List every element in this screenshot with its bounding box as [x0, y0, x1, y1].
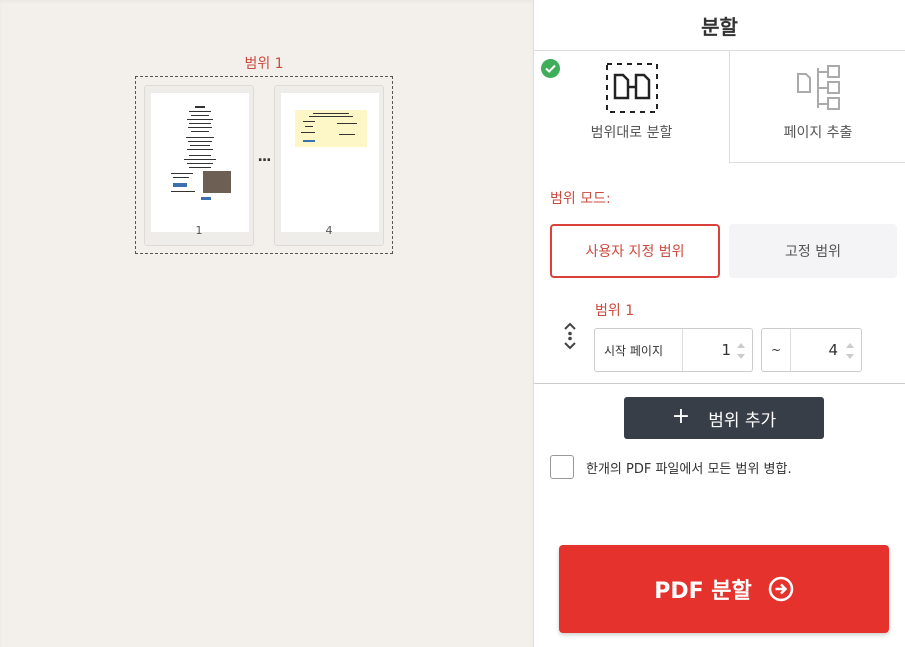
page-number: 4 — [325, 224, 333, 237]
tab-split-by-range-label: 범위대로 분할 — [590, 125, 673, 141]
range-group-title: 범위 1 — [244, 56, 284, 72]
range-mode-label: 범위 모드: — [550, 191, 611, 207]
custom-range-button[interactable]: 사용자 지정 범위 — [550, 224, 720, 278]
drag-handle-icon[interactable] — [562, 322, 578, 350]
pages-ellipsis: ... — [257, 149, 272, 165]
arrow-right-circle-icon — [768, 576, 794, 602]
split-pdf-label: PDF 분할 — [654, 579, 752, 604]
split-pdf-button[interactable]: PDF 분할 — [559, 545, 889, 633]
split-options-sidebar: 분할 범위대로 분할 페이지 추출 범위 모드: 사용자 지정 범위 고정 범위… — [533, 0, 905, 647]
check-icon — [541, 59, 560, 78]
add-range-label: 범위 추가 — [708, 410, 777, 431]
merge-label: 한개의 PDF 파일에서 모든 범위 병합. — [586, 461, 792, 477]
merge-checkbox[interactable] — [550, 455, 574, 479]
page-sheet — [281, 93, 379, 232]
preview-area: 범위 1 1 ... 4 — [0, 0, 533, 647]
end-page-input[interactable]: 4 — [791, 329, 838, 371]
page-sheet — [151, 93, 249, 232]
tab-extract-pages-label: 페이지 추출 — [783, 125, 853, 141]
page-thumbnail-4[interactable]: 4 — [274, 85, 384, 246]
add-range-button[interactable]: + 범위 추가 — [624, 397, 824, 439]
plus-icon: + — [671, 404, 691, 429]
split-range-icon — [606, 63, 658, 113]
start-page-stepper-icon[interactable] — [736, 340, 746, 362]
fixed-range-button[interactable]: 고정 범위 — [729, 224, 897, 278]
merge-option: 한개의 PDF 파일에서 모든 범위 병합. — [550, 455, 792, 479]
split-mode-tabs: 범위대로 분할 페이지 추출 — [534, 50, 905, 163]
sidebar-title: 분할 — [701, 15, 738, 39]
end-page-stepper-icon[interactable] — [845, 340, 855, 362]
end-page-prefix: ~ — [762, 329, 791, 371]
end-page-field: ~ 4 — [761, 328, 862, 372]
start-page-field: 시작 페이지 1 — [594, 328, 753, 372]
page-number: 1 — [195, 224, 203, 237]
extract-pages-icon — [797, 65, 840, 110]
range-1-label: 범위 1 — [595, 303, 635, 319]
range-group: 1 ... 4 — [135, 76, 393, 254]
page-thumbnail-1[interactable]: 1 — [144, 85, 254, 246]
tab-split-by-range[interactable]: 범위대로 분할 — [534, 51, 730, 163]
tab-extract-pages[interactable]: 페이지 추출 — [730, 51, 905, 163]
divider — [534, 383, 905, 384]
start-page-prefix: 시작 페이지 — [595, 329, 683, 371]
start-page-input[interactable]: 1 — [683, 329, 731, 371]
